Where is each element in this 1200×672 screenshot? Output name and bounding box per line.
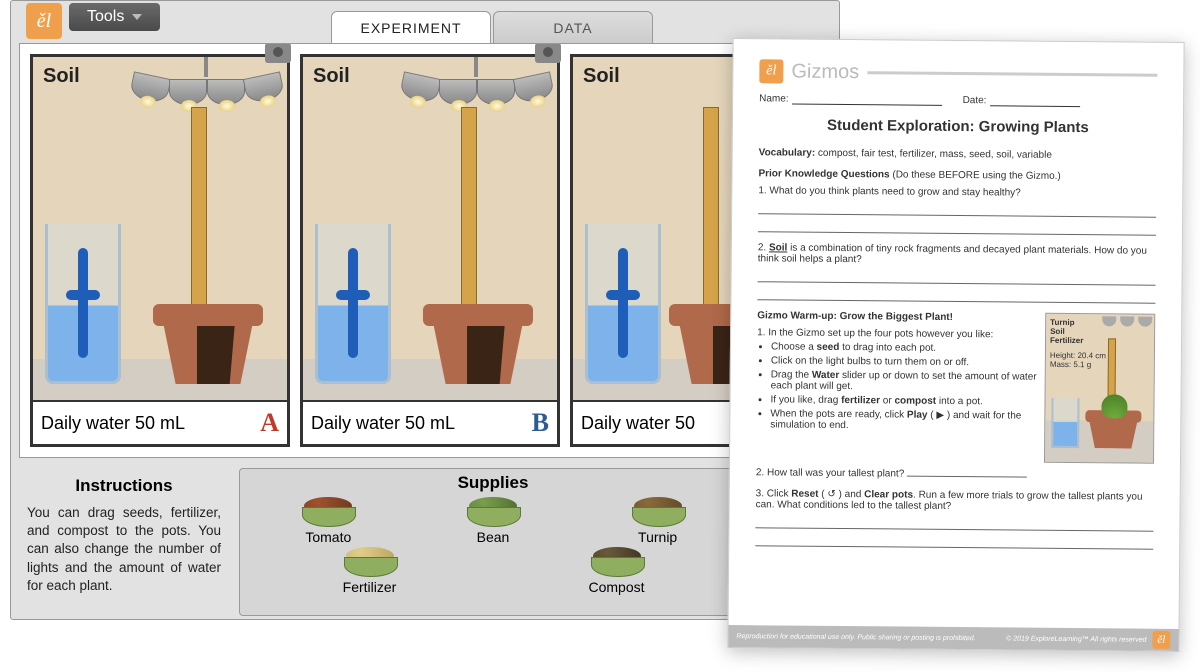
thumb-l3: Fertilizer bbox=[1050, 336, 1083, 345]
flowerpot-b[interactable] bbox=[423, 304, 533, 384]
supply-tomato-label: Tomato bbox=[305, 529, 351, 545]
water-glass-a[interactable] bbox=[45, 224, 121, 384]
tools-dropdown[interactable]: Tools bbox=[69, 3, 160, 31]
thumb-l1: Turnip bbox=[1050, 318, 1074, 327]
pot-a-water: Daily water 50 mL bbox=[41, 413, 185, 434]
lamp-icon[interactable] bbox=[129, 71, 172, 104]
lamp-icon[interactable] bbox=[439, 79, 477, 105]
top-bar: ěl Tools EXPERIMENT DATA bbox=[11, 1, 839, 43]
supply-fertilizer-label: Fertilizer bbox=[343, 579, 397, 595]
answer-line bbox=[758, 202, 1156, 217]
warmup-q2: 2. How tall was your tallest plant? bbox=[756, 466, 1154, 481]
vocab-label: Vocabulary: bbox=[759, 147, 816, 158]
pot-a-letter: A bbox=[260, 408, 279, 438]
pot-a-footer: Daily water 50 mL A bbox=[33, 400, 287, 444]
warmup-heading: Gizmo Warm-up: Grow the Biggest Plant! bbox=[757, 310, 953, 323]
tab-experiment[interactable]: EXPERIMENT bbox=[331, 11, 491, 43]
supply-compost[interactable]: Compost bbox=[585, 545, 649, 595]
lamp-icon[interactable] bbox=[169, 79, 207, 105]
q2-rest: is a combination of tiny rock fragments … bbox=[758, 243, 1147, 266]
supply-fertilizer[interactable]: Fertilizer bbox=[338, 545, 402, 595]
pot-b-footer: Daily water 50 mL B bbox=[303, 400, 557, 444]
footer-left: Reproduction for educational use only. P… bbox=[736, 633, 975, 642]
lamp-icon[interactable] bbox=[513, 71, 556, 104]
supply-compost-label: Compost bbox=[588, 579, 644, 595]
pot-panel-b[interactable]: Soil Daily water 50 mL B bbox=[300, 54, 560, 447]
answer-line bbox=[758, 220, 1156, 235]
pot-c-label: Soil bbox=[583, 65, 620, 88]
worksheet-thumbnail: Turnip Soil Fertilizer Height: 20.4 cm M… bbox=[1044, 313, 1155, 464]
pot-a-label: Soil bbox=[43, 65, 80, 88]
pkq-q1: 1. What do you think plants need to grow… bbox=[758, 185, 1156, 199]
instructions-panel: Instructions You can drag seeds, fertili… bbox=[19, 468, 229, 616]
answer-line bbox=[755, 534, 1153, 549]
name-label: Name: bbox=[759, 93, 789, 104]
supplies-heading: Supplies bbox=[246, 473, 740, 493]
tab-bar: EXPERIMENT DATA bbox=[331, 11, 655, 43]
dropper-icon[interactable] bbox=[348, 248, 358, 358]
lamp-icon[interactable] bbox=[399, 71, 442, 104]
pot-b-water: Daily water 50 mL bbox=[311, 413, 455, 434]
pot-b-label: Soil bbox=[313, 65, 350, 88]
supply-turnip[interactable]: Turnip bbox=[626, 495, 690, 545]
supply-turnip-label: Turnip bbox=[638, 529, 677, 545]
brand-logo-icon: ěl bbox=[759, 59, 783, 83]
worksheet-header: ěl Gizmos bbox=[759, 59, 1157, 86]
prior-knowledge-section: Prior Knowledge Questions (Do these BEFO… bbox=[757, 168, 1156, 303]
instructions-heading: Instructions bbox=[27, 476, 221, 496]
answer-line bbox=[755, 516, 1153, 531]
date-label: Date: bbox=[963, 95, 987, 106]
flowerpot-a[interactable] bbox=[153, 304, 263, 384]
supply-bean-label: Bean bbox=[477, 529, 510, 545]
worksheet-name-line: Name: Date: bbox=[759, 93, 1157, 107]
gizmo-app: ěl Tools EXPERIMENT DATA Soil bbox=[10, 0, 840, 620]
pkq-note: (Do these BEFORE using the Gizmo.) bbox=[890, 169, 1061, 181]
thumb-mass: Mass: 5.1 g bbox=[1050, 360, 1150, 370]
instructions-body: You can drag seeds, fertilizer, and comp… bbox=[27, 504, 221, 595]
lamp-icon[interactable] bbox=[477, 79, 515, 105]
water-glass-b[interactable] bbox=[315, 224, 391, 384]
lamp-icon[interactable] bbox=[207, 79, 245, 105]
pot-b-letter: B bbox=[532, 408, 549, 438]
water-glass-c[interactable] bbox=[585, 224, 661, 384]
worksheet-title: Student Exploration: Growing Plants bbox=[759, 116, 1157, 136]
footer-right: © 2019 ExploreLearning™ All rights reser… bbox=[1006, 635, 1146, 643]
brand-logo-icon: ěl bbox=[26, 3, 62, 39]
pkq-q2: 2. Soil is a combination of tiny rock fr… bbox=[758, 242, 1156, 267]
answer-line bbox=[758, 270, 1156, 285]
q2-num: 2. bbox=[758, 242, 769, 253]
worksheet-footer: Reproduction for educational use only. P… bbox=[728, 625, 1178, 651]
vocabulary-section: Vocabulary: compost, fair test, fertiliz… bbox=[759, 147, 1157, 161]
worksheet-page: ěl Gizmos Name: Date: Student Exploratio… bbox=[727, 38, 1184, 652]
lamp-icon[interactable] bbox=[243, 71, 286, 104]
thumb-l2: Soil bbox=[1050, 327, 1065, 336]
worksheet-brand: Gizmos bbox=[791, 60, 859, 84]
dropper-icon[interactable] bbox=[618, 248, 628, 358]
tools-label: Tools bbox=[87, 8, 124, 26]
answer-line bbox=[757, 288, 1155, 303]
warmup-q3: 3. Click Reset ( ↺ ) and Clear pots. Run… bbox=[756, 488, 1154, 513]
pkq-heading: Prior Knowledge Questions bbox=[758, 168, 889, 180]
experiment-area: Soil Daily water 50 mL A Soil bbox=[19, 43, 831, 458]
warmup-section: Turnip Soil Fertilizer Height: 20.4 cm M… bbox=[755, 310, 1155, 549]
tab-data[interactable]: DATA bbox=[493, 11, 653, 43]
dropper-icon[interactable] bbox=[78, 248, 88, 358]
supply-bean[interactable]: Bean bbox=[461, 495, 525, 545]
pot-panel-a[interactable]: Soil Daily water 50 mL A bbox=[30, 54, 290, 447]
supply-tomato[interactable]: Tomato bbox=[296, 495, 360, 545]
vocab-text: compost, fair test, fertilizer, mass, se… bbox=[815, 148, 1052, 161]
q2-term: Soil bbox=[769, 242, 787, 253]
pot-c-water: Daily water 50 bbox=[581, 413, 695, 434]
supplies-panel: Supplies Tomato Bean Turnip Fert bbox=[239, 468, 747, 616]
bottom-tray: Instructions You can drag seeds, fertili… bbox=[19, 468, 831, 616]
brand-logo-icon: ěl bbox=[1152, 631, 1170, 649]
